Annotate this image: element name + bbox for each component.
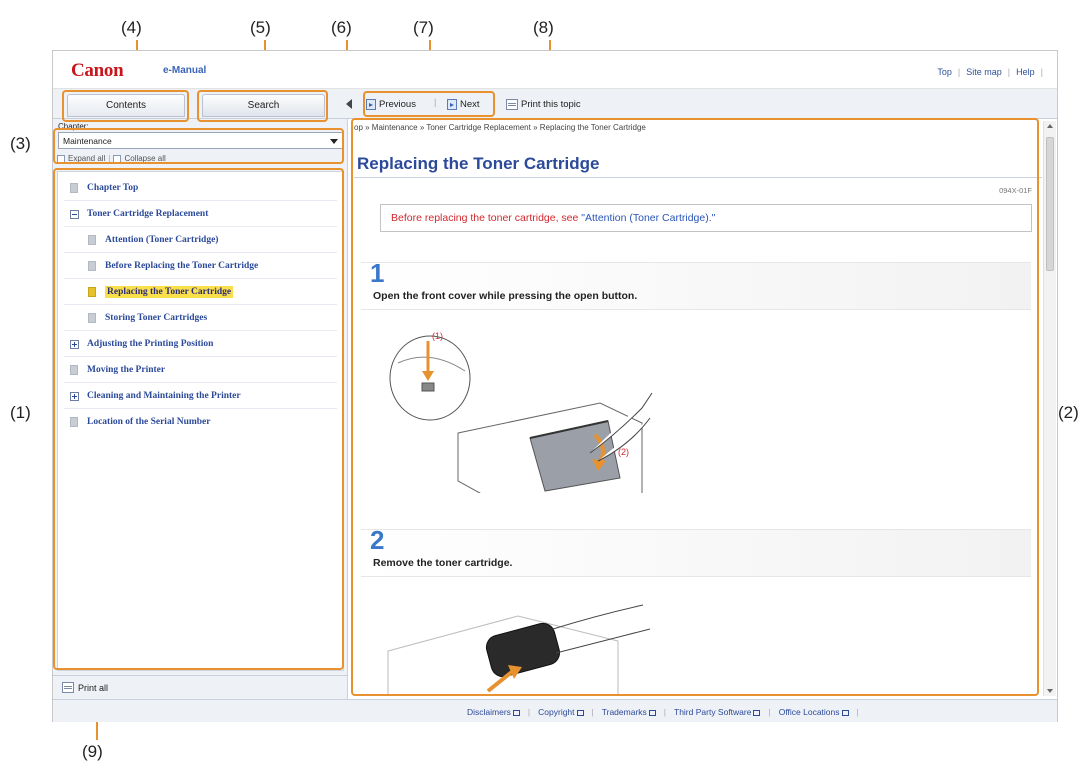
callout-7: (7) — [413, 18, 434, 37]
footer-link[interactable]: Disclaimers — [467, 707, 520, 717]
callout-2: (2) — [1058, 403, 1079, 422]
footer-link[interactable]: Third Party Software — [674, 707, 761, 717]
content-scrollbar[interactable] — [1043, 121, 1056, 696]
print-all-bar: Print all — [53, 675, 348, 699]
print-all-button[interactable]: Print all — [62, 682, 108, 693]
callout-6: (6) — [331, 18, 352, 37]
top-links: Top | Site map | Help | — [937, 67, 1043, 77]
help-link[interactable]: Help — [1016, 67, 1035, 77]
highlight-tree — [53, 168, 344, 670]
callout-8: (8) — [533, 18, 554, 37]
collapse-pane-icon[interactable] — [346, 99, 352, 109]
highlight-content — [351, 118, 1039, 696]
external-link-icon — [753, 709, 761, 716]
top-link[interactable]: Top — [937, 67, 952, 77]
canon-logo[interactable]: Canon — [71, 60, 124, 82]
external-link-icon — [512, 709, 520, 716]
highlight-prev-next — [363, 91, 495, 117]
scroll-thumb[interactable] — [1046, 137, 1054, 271]
print-topic-button[interactable]: Print this topic — [506, 95, 581, 113]
printer-icon — [506, 98, 518, 110]
footer-link[interactable]: Trademarks — [602, 707, 656, 717]
footer-link[interactable]: Office Locations — [779, 707, 849, 717]
scroll-down-icon[interactable] — [1047, 689, 1053, 693]
highlight-search-tab — [197, 90, 328, 122]
printer-icon — [62, 682, 74, 693]
callout-4: (4) — [121, 18, 142, 37]
callout-9: (9) — [82, 742, 103, 761]
callout-5: (5) — [250, 18, 271, 37]
footer-link[interactable]: Copyright — [538, 707, 584, 717]
site-map-link[interactable]: Site map — [966, 67, 1002, 77]
footer-links: Disclaimers | Copyright | Trademarks | Thir… — [467, 707, 859, 717]
annotated-screenshot: (4) (5) (6) (7) (8) (3) (1) (2) (9) Cano… — [0, 0, 1082, 769]
print-all-label: Print all — [78, 682, 109, 693]
external-link-icon — [648, 709, 656, 716]
print-topic-label: Print this topic — [521, 98, 581, 110]
highlight-chapter-select — [53, 128, 344, 164]
callout-3: (3) — [10, 134, 31, 153]
scroll-up-icon[interactable] — [1047, 124, 1053, 128]
product-name: e-Manual — [163, 65, 207, 76]
footer: Disclaimers | Copyright | Trademarks | Thir… — [53, 699, 1057, 722]
external-link-icon — [841, 709, 849, 716]
highlight-contents-tab — [62, 90, 189, 122]
external-link-icon — [576, 709, 584, 716]
header: Canon e-Manual Top | Site map | Help | — [53, 51, 1057, 89]
callout-1: (1) — [10, 403, 31, 422]
